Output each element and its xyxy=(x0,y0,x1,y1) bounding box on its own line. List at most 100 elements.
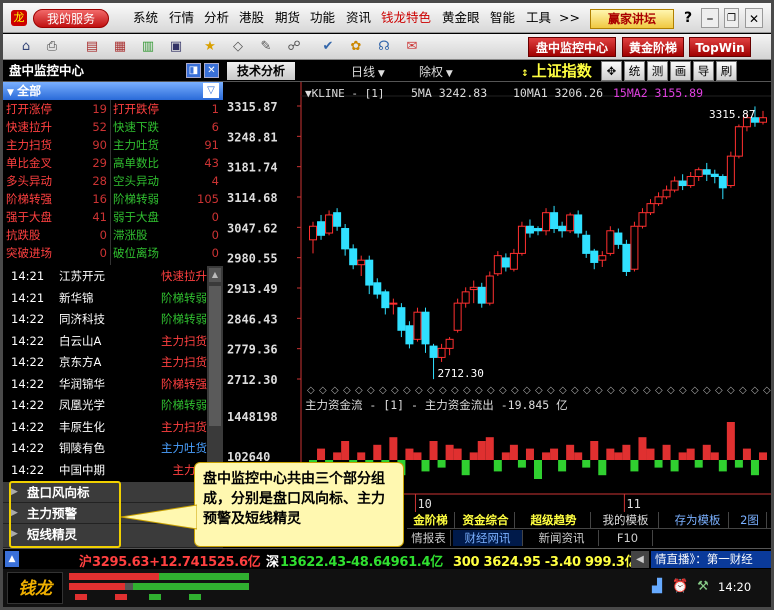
calendar-icon[interactable]: ▣ xyxy=(167,38,185,56)
network-icon[interactable]: ⌂ xyxy=(17,38,35,56)
table-icon[interactable]: ▦ xyxy=(111,38,129,56)
menu-smart[interactable]: 智能 xyxy=(490,3,515,33)
alert-row[interactable]: 14:21 江苏开元 快速拉升 xyxy=(3,266,223,288)
alert-row[interactable]: 14:22 京东方A 主力扫货 xyxy=(3,352,223,374)
help-button[interactable]: ? xyxy=(679,8,697,28)
panel-close-icon[interactable]: ✕ xyxy=(204,63,219,78)
info-tab[interactable]: F10 xyxy=(603,530,653,546)
separator-dot: ◇ xyxy=(631,385,639,396)
draw-tool-icon[interactable]: 画 xyxy=(670,61,691,81)
menu-golden-eye[interactable]: 黄金眼 xyxy=(442,3,480,33)
technical-analysis-tab[interactable]: 技术分析 xyxy=(227,62,295,80)
separator-dot: ◇ xyxy=(535,385,543,396)
forum-label: 赢家讲坛 xyxy=(607,12,656,26)
hs300-value[interactable]: 300 3624.95 -3.40 999.3亿 xyxy=(453,551,638,570)
alert-type: 快速拉升 xyxy=(161,269,207,283)
chart-icon[interactable]: ▟ xyxy=(649,579,665,595)
alert-scrollbar[interactable]: ▲ ▼ xyxy=(207,266,223,482)
candle-body xyxy=(373,282,382,295)
alert-row[interactable]: 14:22 华润锦华 阶梯转强 xyxy=(3,374,223,396)
indicator-tab[interactable]: 金阶梯 xyxy=(407,512,455,528)
mail-icon[interactable]: ✉ xyxy=(403,38,421,56)
monitor-center-button[interactable]: 盘中监控中心 xyxy=(528,37,616,57)
check-icon[interactable]: ✔ xyxy=(319,38,337,56)
alert-row[interactable]: 14:22 凤凰光学 阶梯转弱 xyxy=(3,395,223,417)
alarm-icon[interactable]: ⏰ xyxy=(672,579,688,595)
connection-icon[interactable]: ⚒ xyxy=(695,579,711,595)
stat-divider xyxy=(110,100,111,265)
cursor-icon[interactable]: ☍ xyxy=(285,38,303,56)
my-service-button[interactable]: 我的服务 xyxy=(33,9,109,28)
menu-analysis[interactable]: 分析 xyxy=(204,3,229,33)
period-selector[interactable]: 日线 ▼ xyxy=(351,63,385,80)
indicator-tab[interactable]: 存为模板 xyxy=(667,512,729,528)
price-chart[interactable]: ▼KLINE - [1] 5MA 3242.83 10MA1 3206.26 15MA… xyxy=(223,82,771,512)
print-icon[interactable]: ⎙ xyxy=(43,38,61,56)
refresh-tool-icon[interactable]: 刷 xyxy=(716,61,737,81)
gear-icon[interactable]: ✿ xyxy=(347,38,365,56)
adjust-selector[interactable]: 除权 ▼ xyxy=(419,63,453,80)
sz-index-value[interactable]: 13622.43-48.64961.4亿 xyxy=(280,551,443,570)
menu-quotes[interactable]: 行情 xyxy=(169,3,194,33)
info-tab[interactable]: 情报表 xyxy=(407,530,451,546)
candle-body xyxy=(389,302,398,305)
alert-row[interactable]: 14:22 铜陵有色 主力吐货 xyxy=(3,438,223,460)
menu-functions[interactable]: 功能 xyxy=(310,3,335,33)
indicator-tab[interactable]: 资金综合 xyxy=(457,512,515,528)
minimize-button[interactable]: – xyxy=(701,8,719,28)
live-news-ticker[interactable]: 情直播》：第一财经 xyxy=(651,551,771,568)
separator-dot: ◇ xyxy=(379,385,387,396)
note-icon[interactable]: ✎ xyxy=(257,38,275,56)
move-tool-icon[interactable]: ✥ xyxy=(601,61,622,81)
topwin-button[interactable]: TopWin xyxy=(689,37,751,57)
tag-icon[interactable]: ◇ xyxy=(229,38,247,56)
alert-row[interactable]: 14:22 白云山A 主力扫货 xyxy=(3,331,223,353)
menu-news[interactable]: 资讯 xyxy=(346,3,371,33)
winners-forum-button[interactable]: 赢家讲坛 xyxy=(590,9,674,29)
panel-layout-icon[interactable]: ◨ xyxy=(186,63,201,78)
info-tab[interactable]: 财经网讯 xyxy=(453,530,523,546)
indicator-tab[interactable]: 2图 xyxy=(733,512,767,528)
flow-bar xyxy=(534,460,542,479)
separator-dot: ◇ xyxy=(391,385,399,396)
alert-stock-name: 江苏开元 xyxy=(59,269,105,283)
market-icon[interactable]: ▥ xyxy=(139,38,157,56)
alert-row[interactable]: 14:22 中国中期 主力扫 xyxy=(3,460,223,482)
menu-futures[interactable]: 期货 xyxy=(275,3,300,33)
alert-row[interactable]: 14:22 丰原生化 主力扫货 xyxy=(3,417,223,439)
menu-hk-stocks[interactable]: 港股 xyxy=(239,3,264,33)
measure-tool-icon[interactable]: 测 xyxy=(647,61,668,81)
sh-index-value[interactable]: 3295.63+12.741525.6亿 xyxy=(92,551,261,570)
indicator-tab[interactable]: 超级趋势 xyxy=(517,512,591,528)
flow-bar xyxy=(614,452,623,460)
restore-icon[interactable]: ❐ xyxy=(724,8,739,28)
alert-row[interactable]: 14:22 同济科技 阶梯转弱 xyxy=(3,309,223,331)
separator-dot: ◇ xyxy=(667,385,675,396)
close-button[interactable]: ✕ xyxy=(745,8,763,28)
alert-row[interactable]: 14:21 新华锦 阶梯转弱 xyxy=(3,288,223,310)
headset-icon[interactable]: ☊ xyxy=(375,38,393,56)
separator-dot: ◇ xyxy=(559,385,567,396)
star-icon[interactable]: ★ xyxy=(201,38,219,56)
indicator-tab[interactable]: 我的模板 xyxy=(593,512,659,528)
menu-qianlong-features[interactable]: 钱龙特色 xyxy=(381,3,431,33)
scroll-up-icon[interactable]: ▲ xyxy=(209,268,221,282)
menu-system[interactable]: 系统 xyxy=(133,3,158,33)
stat-count: 4 xyxy=(211,174,219,188)
scroll-thumb[interactable] xyxy=(209,286,221,426)
alert-time: 14:22 xyxy=(11,441,45,455)
expand-icon[interactable]: ▲ xyxy=(5,551,19,567)
separator-dot: ◇ xyxy=(715,385,723,396)
filter-icon[interactable]: ▽ xyxy=(203,83,219,98)
gold-ladder-button[interactable]: 黄金阶梯 xyxy=(622,37,684,57)
f10-icon[interactable]: ▤ xyxy=(83,38,101,56)
candle-body xyxy=(694,169,703,178)
info-tab[interactable]: 新闻资讯 xyxy=(525,530,599,546)
all-filter-bar[interactable]: ▼ 全部 ▽ xyxy=(3,82,223,100)
scroll-left-icon[interactable]: ◀ xyxy=(631,551,649,568)
menu-more[interactable]: >> xyxy=(559,3,580,33)
menu-tools[interactable]: 工具 xyxy=(526,3,551,33)
stats-tool-icon[interactable]: 统 xyxy=(624,61,645,81)
export-tool-icon[interactable]: 导 xyxy=(693,61,714,81)
stat-row: 突破进场 0 破位离场 0 xyxy=(3,244,223,262)
